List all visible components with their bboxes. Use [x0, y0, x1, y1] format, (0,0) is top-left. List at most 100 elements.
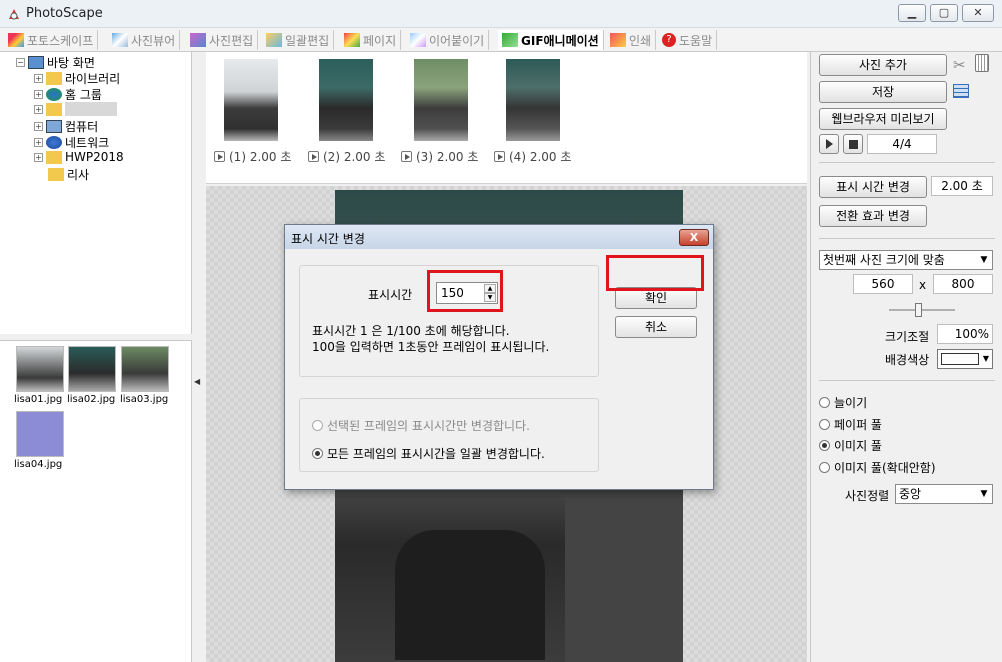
maximize-button[interactable]: ▢	[930, 4, 958, 22]
right-control-panel: 사진 추가 ✂ 저장 웹브라우저 미리보기 4/4 표시 시간 변경 2.00 …	[810, 52, 1002, 662]
radio-selected-icon	[312, 448, 323, 459]
chevron-down-icon: ▼	[980, 255, 988, 265]
file-thumb-lisa02[interactable]	[68, 346, 116, 392]
expand-icon[interactable]: +	[34, 104, 43, 114]
play-button[interactable]	[819, 134, 839, 154]
frame-label[interactable]: (4) 2.00 초	[494, 148, 571, 165]
frame-strip: (1) 2.00 초 (2) 2.00 초 (3) 2.00 초 (4) 2.0…	[206, 52, 807, 184]
align-select[interactable]: 중앙 ▼	[895, 484, 993, 504]
tree-item-lisa[interactable]: 리사	[48, 166, 89, 183]
radio-selected-icon	[819, 440, 830, 451]
folder-icon	[48, 168, 64, 181]
scissors-icon[interactable]: ✂	[953, 56, 966, 74]
frame-thumb[interactable]	[224, 59, 278, 141]
folder-tree: − 바탕 화면 + 라이브러리 + 홈 그룹 + + 컴퓨터 + 네트워크 + …	[0, 52, 192, 334]
panel-splitter[interactable]: ◀	[192, 52, 204, 662]
tree-item-library[interactable]: + 라이브러리	[34, 70, 120, 87]
editor-tab-icon	[190, 33, 206, 47]
stop-button[interactable]	[843, 134, 863, 154]
tree-root-desktop[interactable]: − 바탕 화면	[16, 54, 95, 71]
photo-shape	[565, 490, 683, 662]
scope-all-frames[interactable]: 모든 프레임의 표시시간을 일괄 변경합니다.	[312, 445, 545, 462]
expand-icon[interactable]: +	[34, 138, 43, 147]
desktop-icon	[28, 56, 44, 69]
file-thumbnail-panel: lisa01.jpg lisa02.jpg lisa03.jpg lisa04.…	[0, 340, 192, 662]
divider	[819, 162, 995, 163]
add-photo-button[interactable]: 사진 추가	[819, 54, 947, 76]
photo-shape	[395, 530, 545, 660]
align-label: 사진정렬	[845, 489, 890, 503]
tab-print[interactable]: 인쇄	[606, 30, 657, 50]
help-tab-icon: ?	[662, 33, 676, 47]
scope-group: 선택된 프레임의 표시시간만 변경합니다. 모든 프레임의 표시시간을 일괄 변…	[299, 398, 599, 472]
tab-editor[interactable]: 사진편집	[186, 30, 259, 50]
collapse-icon[interactable]: −	[16, 58, 25, 67]
expand-icon[interactable]: +	[34, 90, 43, 99]
frame-label[interactable]: (3) 2.00 초	[401, 148, 478, 165]
fit-option-paper-fill[interactable]: 페이퍼 풀	[819, 416, 882, 433]
expand-icon[interactable]: +	[34, 122, 43, 131]
frame-label[interactable]: (1) 2.00 초	[214, 148, 291, 165]
collapse-arrow-icon[interactable]: ◀	[194, 377, 200, 386]
file-thumb-lisa04[interactable]	[16, 411, 64, 457]
dialog-close-button[interactable]: X	[679, 229, 709, 246]
divider	[819, 238, 995, 239]
homegroup-icon	[46, 88, 62, 101]
tree-item-computer[interactable]: + 컴퓨터	[34, 118, 98, 135]
tree-item-user[interactable]: +	[34, 102, 117, 116]
photoscape-logo-icon	[9, 9, 19, 20]
main-tabs: 포토스케이프 사진뷰어 사진편집 일괄편집 페이지 이어붙이기 GIF애니메이션…	[0, 28, 1002, 52]
change-display-time-button[interactable]: 표시 시간 변경	[819, 176, 927, 198]
frame-thumb[interactable]	[414, 59, 468, 141]
cancel-button[interactable]: 취소	[615, 316, 697, 338]
change-transition-button[interactable]: 전환 효과 변경	[819, 205, 927, 227]
highlight-time-input	[427, 270, 503, 312]
resize-slider-track[interactable]	[889, 309, 955, 311]
chevron-down-icon: ▼	[982, 354, 990, 363]
expand-icon[interactable]: +	[34, 74, 43, 83]
tab-page[interactable]: 페이지	[340, 30, 402, 50]
divider	[819, 380, 995, 381]
info-line-1: 표시시간 1 은 1/100 초에 해당합니다.	[312, 324, 510, 338]
file-thumb-lisa03[interactable]	[121, 346, 169, 392]
tab-batch[interactable]: 일괄편집	[262, 30, 335, 50]
file-thumb-lisa01[interactable]	[16, 346, 64, 392]
frame-label[interactable]: (2) 2.00 초	[308, 148, 385, 165]
scope-selected-only[interactable]: 선택된 프레임의 표시시간만 변경합니다.	[312, 417, 530, 434]
browser-preview-button[interactable]: 웹브라우저 미리보기	[819, 108, 947, 130]
computer-icon	[46, 120, 62, 133]
trash-icon[interactable]	[975, 54, 989, 72]
minimize-button[interactable]: ▁	[898, 4, 926, 22]
list-icon[interactable]	[953, 84, 969, 98]
tab-viewer[interactable]: 사진뷰어	[108, 30, 181, 50]
fit-option-image-fill-no-enlarge[interactable]: 이미지 풀(확대안함)	[819, 459, 936, 476]
bg-color-picker[interactable]: ▼	[937, 349, 993, 369]
frame-thumb[interactable]	[319, 59, 373, 141]
play-icon	[826, 139, 833, 149]
redacted-label	[65, 102, 117, 116]
frame-counter: 4/4	[867, 134, 937, 154]
height-field[interactable]: 800	[933, 274, 993, 294]
expand-icon[interactable]: +	[34, 152, 43, 162]
fit-option-stretch[interactable]: 늘이기	[819, 394, 867, 411]
save-button[interactable]: 저장	[819, 81, 947, 103]
size-option-select[interactable]: 첫번째 사진 크기에 맞춤 ▼	[819, 250, 993, 270]
tree-item-hwp2018[interactable]: + HWP2018	[34, 150, 124, 164]
tab-gif-animation[interactable]: GIF애니메이션	[498, 30, 604, 50]
resize-slider-thumb[interactable]	[915, 303, 922, 317]
tab-help[interactable]: ? 도움말	[658, 30, 718, 50]
network-icon	[46, 136, 62, 149]
tree-item-network[interactable]: + 네트워크	[34, 134, 109, 151]
close-window-button[interactable]: ✕	[962, 4, 994, 22]
tab-photoscape[interactable]: 포토스케이프	[4, 30, 99, 50]
frame-thumb[interactable]	[506, 59, 560, 141]
fit-option-image-fill[interactable]: 이미지 풀	[819, 437, 882, 454]
play-icon	[401, 151, 412, 162]
radio-icon	[312, 420, 323, 431]
highlight-ok-button	[606, 255, 704, 291]
width-field[interactable]: 560	[853, 274, 913, 294]
tree-item-homegroup[interactable]: + 홈 그룹	[34, 86, 102, 103]
resize-value-field[interactable]: 100%	[937, 324, 993, 344]
radio-icon	[819, 397, 830, 408]
tab-combine[interactable]: 이어붙이기	[406, 30, 490, 50]
